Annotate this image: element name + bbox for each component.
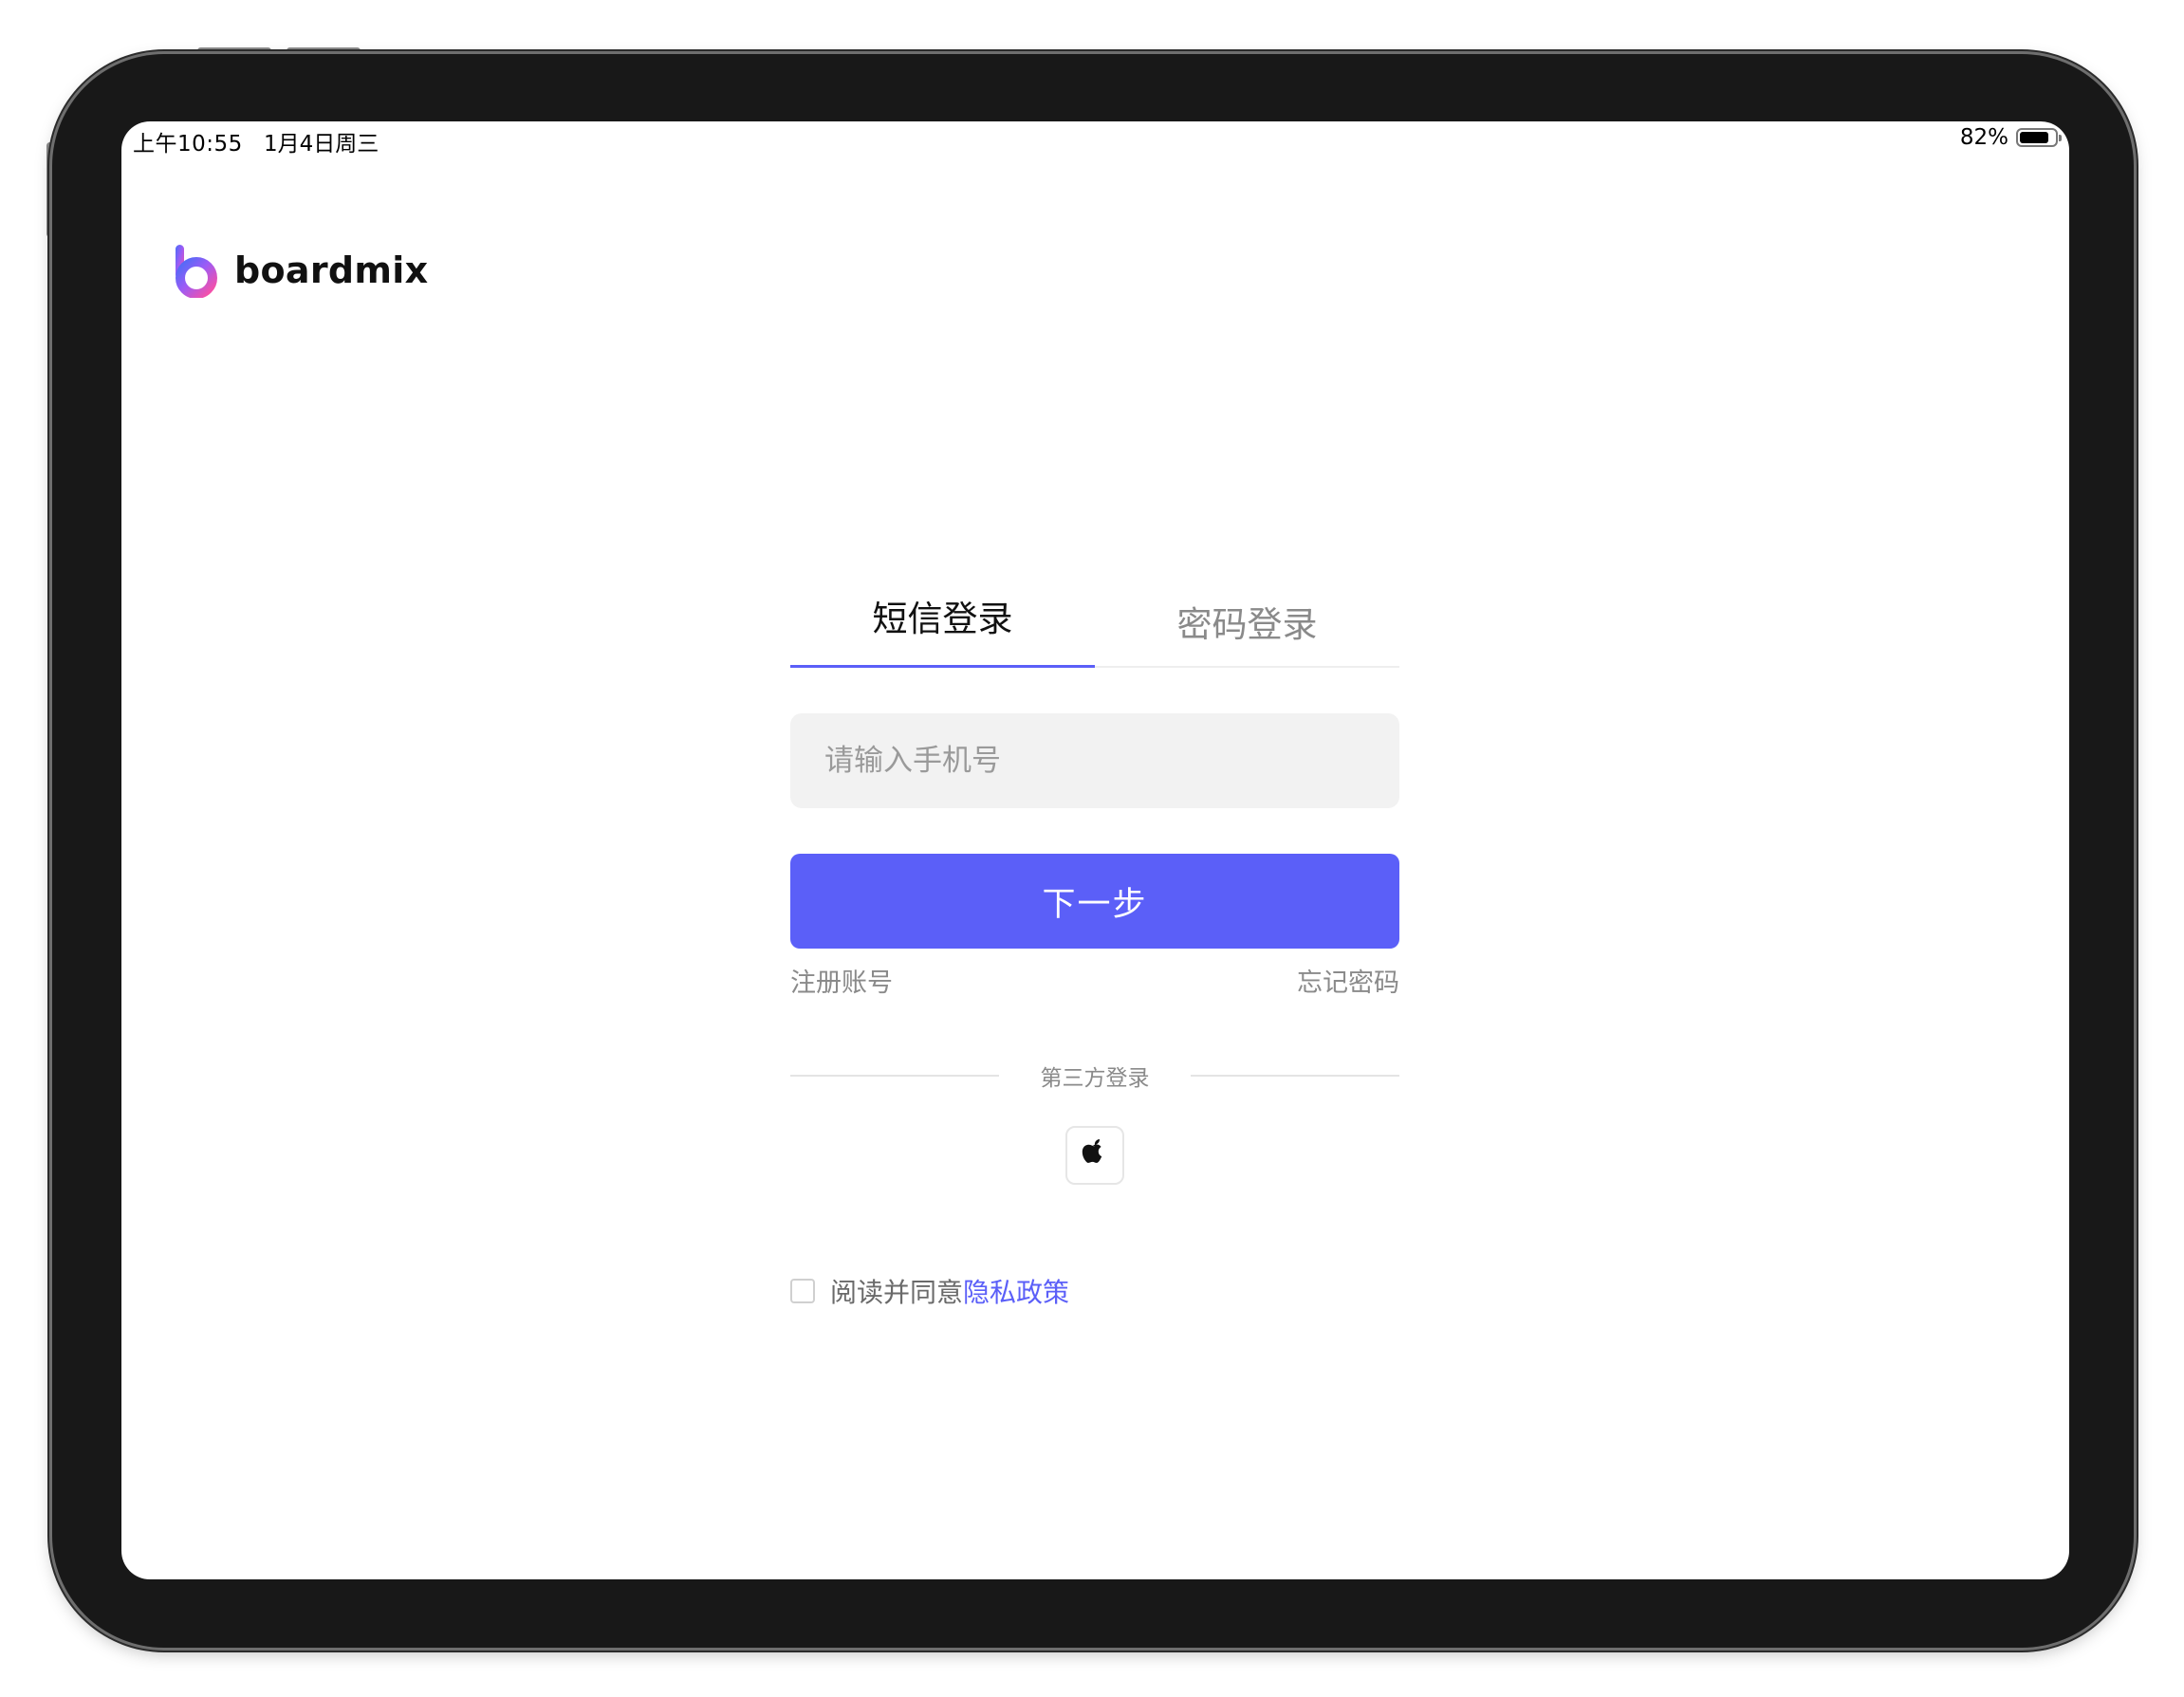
apple-icon (1082, 1138, 1102, 1163)
privacy-policy-link[interactable]: 隐私政策 (963, 1277, 1069, 1308)
divider-line (790, 1075, 999, 1077)
battery-icon (2016, 128, 2062, 147)
volume-button (197, 47, 271, 54)
login-tabs: 短信登录 密码登录 (790, 567, 1399, 668)
third-party-label: 第三方登录 (1040, 1066, 1150, 1091)
screen: 上午10:55 1月4日周三 82% boardmix 短信登录 密码登录 请输… (121, 121, 2069, 1579)
volume-button (287, 47, 361, 54)
status-date: 1月4日周三 (264, 132, 379, 157)
apple-login-button[interactable] (1065, 1126, 1124, 1185)
tab-sms-login[interactable]: 短信登录 (790, 567, 1095, 666)
agreement-row: 阅读并同意隐私政策 (790, 1272, 1399, 1310)
boardmix-logo-icon (176, 245, 217, 298)
logo: boardmix (174, 243, 428, 298)
agreement-checkbox[interactable] (790, 1279, 815, 1303)
status-bar: 上午10:55 1月4日周三 82% (121, 121, 2069, 159)
battery-percent: 82% (1959, 125, 2008, 150)
logo-text: boardmix (234, 249, 429, 291)
login-form: 短信登录 密码登录 下一步 注册账号 忘记密码 第三方登录 (790, 567, 1399, 1310)
phone-input[interactable] (790, 713, 1399, 808)
third-party-divider: 第三方登录 (790, 1061, 1399, 1091)
battery-cap (2059, 135, 2062, 141)
battery-fill (2020, 132, 2048, 143)
tab-password-login[interactable]: 密码登录 (1095, 567, 1399, 666)
status-time: 上午10:55 (133, 132, 243, 157)
status-right: 82% (1959, 125, 2062, 150)
links-row: 注册账号 忘记密码 (790, 962, 1399, 999)
divider-line (1191, 1075, 1399, 1077)
forgot-password-link[interactable]: 忘记密码 (1297, 962, 1399, 999)
agreement-prefix: 阅读并同意 (830, 1277, 964, 1308)
agreement-text: 阅读并同意隐私政策 (830, 1272, 1069, 1310)
register-link[interactable]: 注册账号 (790, 962, 893, 999)
active-tab-indicator (790, 665, 1095, 668)
next-button[interactable]: 下一步 (790, 854, 1399, 949)
stage: 上午10:55 1月4日周三 82% boardmix 短信登录 密码登录 请输… (0, 0, 2184, 1697)
